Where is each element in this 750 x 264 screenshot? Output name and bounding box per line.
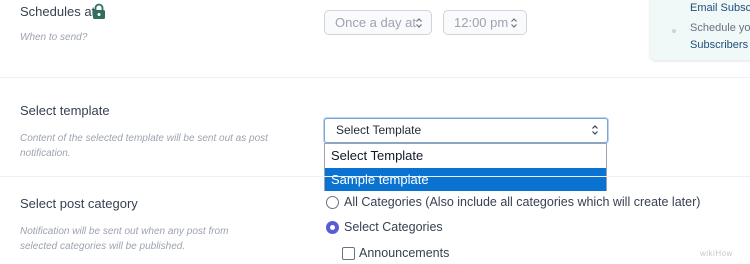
frequency-select[interactable]: Once a day at [324, 10, 432, 35]
template-select[interactable]: Select Template [324, 118, 608, 143]
checkbox-announcements[interactable] [342, 247, 355, 260]
panel-line-2: Schedule yo [690, 22, 750, 34]
category-help-line-2: selected categories will be published. [20, 241, 186, 252]
frequency-value: Once a day at [335, 15, 416, 30]
updown-chevron-icon [416, 18, 422, 28]
panel-line-3: Subscribers [690, 39, 749, 51]
template-dropdown-list: Select Template Sample template [324, 143, 607, 191]
panel-line-1: Email Subsc [690, 2, 750, 14]
template-label: Select template [20, 103, 110, 118]
updown-chevron-icon [511, 18, 517, 28]
category-label: Select post category [20, 196, 138, 211]
checkbox-announcements-label: Announcements [359, 246, 450, 260]
section-divider [0, 77, 750, 78]
bullet-icon [672, 29, 676, 33]
section-divider [0, 176, 750, 177]
schedule-label: Schedules at [20, 4, 95, 19]
radio-select-categories[interactable] [326, 221, 339, 234]
template-help: Content of the selected template will be… [20, 131, 268, 161]
watermark: wikiHow [700, 249, 733, 258]
lock-icon [93, 3, 105, 19]
time-value: 12:00 pm [454, 15, 509, 30]
template-help-line-1: Content of the selected template will be… [20, 133, 268, 144]
schedule-help: When to send? [20, 32, 88, 43]
template-option-highlighted[interactable]: Sample template [325, 168, 606, 191]
radio-all-categories-label: All Categories (Also include all categor… [344, 195, 701, 209]
info-panel: Email Subsc Schedule yo Subscribers [650, 0, 750, 60]
template-help-line-2: notification. [20, 148, 71, 159]
template-option[interactable]: Select Template [325, 144, 606, 167]
category-help: Notification will be sent out when any p… [20, 224, 228, 254]
updown-chevron-icon [592, 125, 598, 135]
time-select[interactable]: 12:00 pm [443, 10, 527, 35]
radio-all-categories[interactable] [326, 196, 339, 209]
template-selected-value: Select Template [336, 123, 422, 137]
category-help-line-1: Notification will be sent out when any p… [20, 226, 229, 237]
radio-select-categories-label: Select Categories [344, 220, 443, 234]
schedule-label-text: Schedules at [20, 4, 96, 19]
